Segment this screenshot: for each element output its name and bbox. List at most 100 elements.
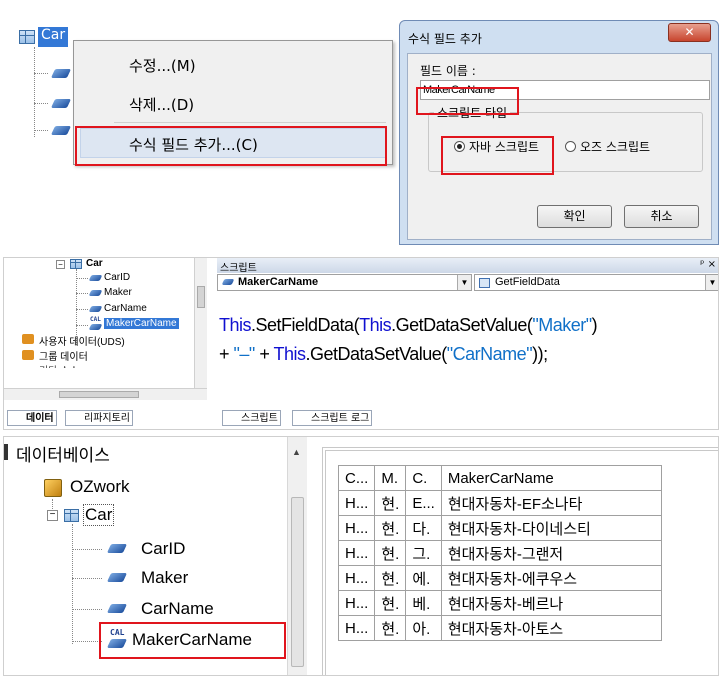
method-select[interactable]: GetFieldData ▼ [474,274,718,291]
tree-field-maker[interactable]: Maker [104,287,132,298]
tab-repository[interactable]: 리파지토리 [65,410,133,426]
field-icon [50,126,72,135]
data-grid-frame: C... M. C. MakerCarName H... 현. E... 현대자동차-… [322,447,718,675]
grid-cell: 아. [405,615,442,641]
highlight-box [99,622,286,659]
scroll-thumb[interactable] [291,497,304,667]
highlight-box [416,87,519,115]
tab-script-log[interactable]: 스크립트 로그 [292,410,373,426]
table-row: H... 현. 아. 현대자동차-아토스 [337,615,662,641]
chevron-down-icon[interactable]: ▼ [705,275,718,290]
grid-cell: 에. [405,565,442,591]
uds-icon [22,334,34,344]
ok-button[interactable]: 확인 [537,205,612,228]
grid-cell: H... [337,490,376,516]
grid-cell: 현대자동차-EF소나타 [440,490,662,516]
tree-field-carid[interactable]: CarID [104,272,130,283]
highlight-box [441,136,554,175]
tree-root-database[interactable]: 데이터베이스 [16,441,110,466]
tree-field-carid[interactable]: CarID [141,539,185,559]
grid-cell: 현. [374,490,407,516]
field-name-label: 필드 이름 : [420,64,476,78]
data-tree: − Car CarID Maker CarName CAL MakerCarNa… [4,258,207,400]
vertical-scrollbar[interactable] [194,258,207,388]
scroll-up-icon[interactable]: ▲ [292,447,301,457]
grid-cell: 현대자동차-에쿠우스 [440,565,662,591]
table-icon [19,30,35,44]
menu-separator [114,122,386,123]
tree-field-carname[interactable]: CarName [104,303,147,314]
field-icon [106,604,128,613]
cal-icon: CAL [90,316,101,323]
grid-cell: 현대자동차-그랜저 [440,540,662,566]
pin-close-icon[interactable]: ᵖ × [700,259,716,270]
grid-cell: H... [337,540,376,566]
tree-partial-item: 기타 소스 ... [39,362,90,368]
add-formula-field-dialog: 수식 필드 추가 ✕ 필드 이름 : MakerCarName 스크립트 타입 … [399,20,719,245]
table-row: H... 현. 에. 현대자동차-에쿠우스 [337,565,662,591]
vertical-scrollbar[interactable]: ▲ [287,437,307,675]
expand-icon[interactable]: − [56,260,65,269]
code-line-2: + "–" + This.GetDataSetValue("CarName"))… [219,344,548,364]
table-icon [70,259,82,269]
column-header[interactable]: C... [337,465,376,491]
field-select[interactable]: MakerCarName ▼ [217,274,472,291]
tree-group-data[interactable]: 그룹 데이터 [39,348,88,363]
highlight-box [75,126,387,166]
code-line-1: This.SetFieldData(This.GetDataSetValue("… [219,315,598,335]
column-header[interactable]: M. [374,465,407,491]
table-row: H... 현. E... 현대자동차-EF소나타 [337,490,662,516]
menu-item-edit[interactable]: 수정...(M) [129,55,196,76]
tree-table-car[interactable]: Car [86,258,103,269]
database-icon [44,479,62,497]
grid-cell: 현. [374,515,407,541]
horizontal-scrollbar[interactable] [4,388,207,400]
field-icon [106,544,128,553]
tab-data[interactable]: 데이터 [7,410,57,426]
grid-cell: H... [337,615,376,641]
tree-uds[interactable]: 사용자 데이터(UDS) [39,333,125,348]
grid-cell: 현대자동차-베르나 [440,590,662,616]
tree-field-carname[interactable]: CarName [141,599,214,619]
tree-db-ozwork[interactable]: OZwork [70,477,130,497]
grid-cell: E... [405,490,442,516]
grid-cell: 다. [405,515,442,541]
menu-item-delete[interactable]: 삭제...(D) [129,94,194,115]
chevron-down-icon[interactable]: ▼ [457,275,471,290]
bottom-panel: 데이터베이스 OZwork − Car CarID Maker CarName … [3,436,719,676]
field-icon [88,306,103,312]
grid-cell: 현. [374,590,407,616]
cancel-button[interactable]: 취소 [624,205,699,228]
column-header[interactable]: MakerCarName [440,465,662,491]
radio-oz-label[interactable]: 오즈 스크립트 [580,138,650,155]
collapse-icon[interactable]: − [47,510,58,521]
field-icon [50,99,72,108]
group-icon [22,350,34,360]
column-header[interactable]: C. [405,465,442,491]
grid-cell: 베. [405,590,442,616]
script-code-area[interactable]: This.SetFieldData(This.GetDataSetValue("… [217,292,718,400]
tree-field-makercarname[interactable]: MakerCarName [104,318,179,329]
grid-cell: H... [337,590,376,616]
field-icon [88,324,103,330]
tree-table-car[interactable]: Car [83,504,115,526]
method-icon [479,278,490,288]
grid-cell: H... [337,515,376,541]
tree-car-label[interactable]: Car [38,27,69,47]
tab-script[interactable]: 스크립트 [222,410,281,426]
tree-field-maker[interactable]: Maker [141,568,188,588]
grid-cell: 현대자동차-아토스 [440,615,662,641]
dialog-title: 수식 필드 추가 [408,32,482,46]
table-icon [64,509,79,522]
dialog-close-button[interactable]: ✕ [668,23,711,42]
field-icon [106,573,128,582]
grid-header-row: C... M. C. MakerCarName [337,465,662,491]
root-icon [4,444,8,460]
script-title-bar: 스크립트 ᵖ × [217,258,718,274]
data-grid: C... M. C. MakerCarName H... 현. E... 현대자동차-… [337,465,662,641]
grid-cell: H... [337,565,376,591]
radio-oz[interactable] [565,141,576,152]
grid-cell: 현. [374,615,407,641]
grid-cell: 현. [374,565,407,591]
grid-cell: 현. [374,540,407,566]
